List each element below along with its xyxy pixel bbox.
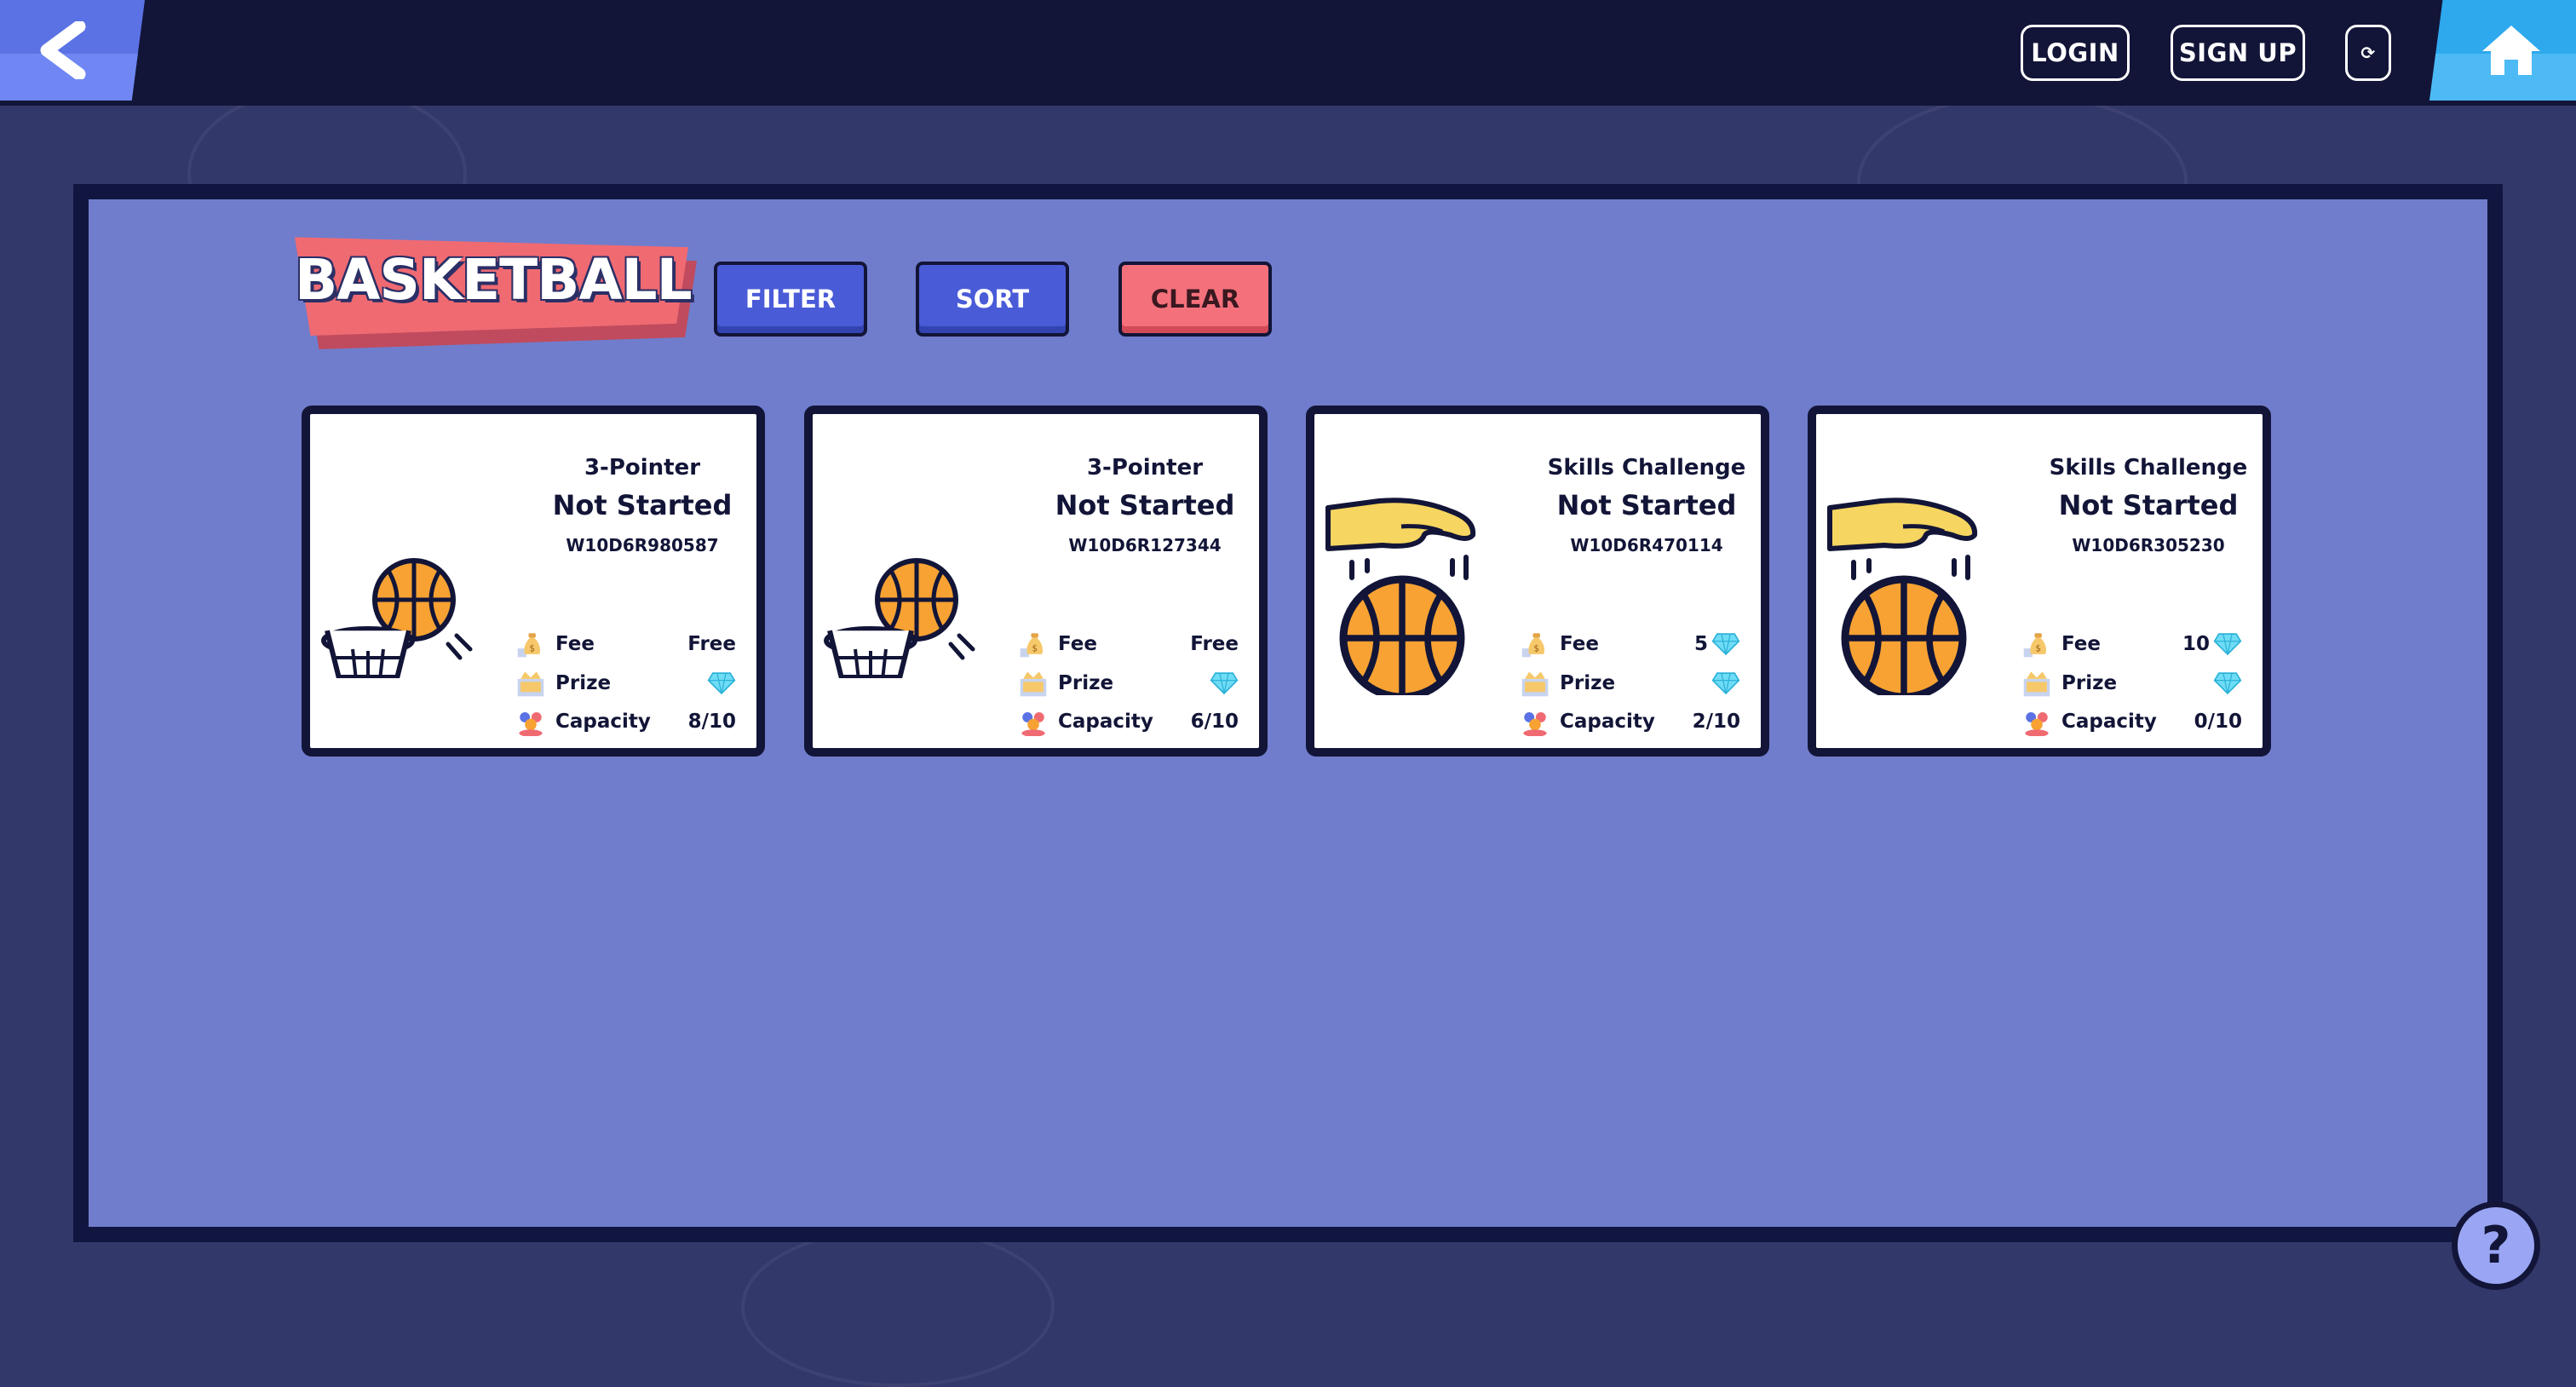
top-bar: LOGIN SIGN UP ⟳ <box>0 0 2576 106</box>
gem-icon <box>1711 671 1740 695</box>
dribble-hand-icon <box>1325 498 1476 695</box>
fee-label: Fee <box>555 633 595 655</box>
card-fee-row: Fee 10 <box>2021 629 2242 659</box>
fee-label: Fee <box>1560 633 1599 655</box>
gem-icon <box>1711 632 1740 656</box>
gem-icon <box>2213 632 2242 656</box>
refresh-button[interactable]: ⟳ <box>2345 25 2391 81</box>
card-prize-row: Prize <box>1519 668 1740 699</box>
background-doodle <box>741 1227 1055 1387</box>
hoop-ball-icon <box>824 482 975 711</box>
gem-icon <box>1210 671 1239 695</box>
fee-amount: 5 <box>1693 633 1708 655</box>
prize-value <box>2213 671 2242 695</box>
card-status: Not Started <box>1055 489 1235 521</box>
event-card[interactable]: 3-Pointer Not Started W10D6R127344 Fee F… <box>804 406 1268 757</box>
card-art <box>821 482 983 711</box>
capacity-value: 6/10 <box>1190 711 1239 733</box>
capacity-value: 2/10 <box>1692 711 1740 733</box>
fee-label: Fee <box>1058 633 1097 655</box>
help-button[interactable]: ? <box>2452 1201 2540 1290</box>
fee-amount: Free <box>1190 633 1239 655</box>
card-code: W10D6R980587 <box>566 535 719 555</box>
capacity-value: 8/10 <box>687 711 736 733</box>
fee-value: 5 <box>1694 632 1740 656</box>
page-title: BASKETBALL <box>295 235 697 349</box>
prize-label: Prize <box>1058 672 1114 694</box>
event-card[interactable]: Skills Challenge Not Started W10D6R30523… <box>1808 406 2271 757</box>
capacity-label: Capacity <box>2061 711 2157 733</box>
trophy-icon <box>2021 668 2053 699</box>
card-art <box>1825 482 1987 678</box>
back-arrow-icon <box>40 21 86 79</box>
fee-value: Free <box>1190 633 1239 655</box>
capacity-label: Capacity <box>1058 711 1153 733</box>
home-icon <box>2482 26 2540 75</box>
event-card[interactable]: Skills Challenge Not Started W10D6R47011… <box>1306 406 1769 757</box>
sign-up-button[interactable]: SIGN UP <box>2171 25 2305 81</box>
trophy-icon <box>1017 668 1049 699</box>
home-button[interactable] <box>2429 0 2576 101</box>
people-icon <box>1017 706 1049 737</box>
refresh-icon: ⟳ <box>2360 43 2376 63</box>
card-capacity-row: Capacity 6/10 <box>1017 706 1239 737</box>
gem-icon <box>2213 671 2242 695</box>
page-title-text: BASKETBALL <box>295 247 693 313</box>
login-button[interactable]: LOGIN <box>2021 25 2130 81</box>
event-card[interactable]: 3-Pointer Not Started W10D6R980587 Fee F… <box>302 406 765 757</box>
prize-label: Prize <box>1560 672 1616 694</box>
card-status: Not Started <box>1556 489 1737 521</box>
card-art <box>319 482 480 711</box>
fee-value: Free <box>687 633 736 655</box>
card-fee-row: Fee Free <box>1017 629 1239 659</box>
people-icon <box>1519 706 1551 737</box>
sort-button[interactable]: SORT <box>916 262 1069 337</box>
card-category: 3-Pointer <box>1086 455 1204 481</box>
prize-value <box>707 671 736 695</box>
capacity-label: Capacity <box>555 711 651 733</box>
card-capacity-row: Capacity 2/10 <box>1519 706 1740 737</box>
dribble-hand-icon <box>1827 498 1978 695</box>
trophy-icon <box>515 668 547 699</box>
clear-button[interactable]: CLEAR <box>1118 262 1272 337</box>
card-category: Skills Challenge <box>1547 455 1746 481</box>
prize-label: Prize <box>2061 672 2118 694</box>
prize-value <box>1210 671 1239 695</box>
trophy-icon <box>1519 668 1551 699</box>
card-capacity-row: Capacity 8/10 <box>515 706 736 737</box>
card-fee-row: Fee Free <box>515 629 736 659</box>
card-code: W10D6R470114 <box>1570 535 1723 555</box>
people-icon <box>515 706 547 737</box>
card-code: W10D6R305230 <box>2072 535 2225 555</box>
fee-value: 10 <box>2182 632 2242 656</box>
back-button[interactable] <box>0 0 145 101</box>
prize-value <box>1711 671 1740 695</box>
card-category: 3-Pointer <box>584 455 701 481</box>
money-bag-icon <box>2021 629 2053 659</box>
card-code: W10D6R127344 <box>1068 535 1222 555</box>
filter-button[interactable]: FILTER <box>714 262 867 337</box>
capacity-value: 0/10 <box>2194 711 2242 733</box>
card-status: Not Started <box>2058 489 2239 521</box>
card-category: Skills Challenge <box>2049 455 2248 481</box>
card-capacity-row: Capacity 0/10 <box>2021 706 2242 737</box>
card-status: Not Started <box>552 489 733 521</box>
card-art <box>1323 482 1485 678</box>
gem-icon <box>707 671 736 695</box>
people-icon <box>2021 706 2053 737</box>
card-prize-row: Prize <box>1017 668 1239 699</box>
capacity-label: Capacity <box>1560 711 1655 733</box>
fee-amount: Free <box>687 633 736 655</box>
card-prize-row: Prize <box>515 668 736 699</box>
money-bag-icon <box>515 629 547 659</box>
money-bag-icon <box>1017 629 1049 659</box>
hoop-ball-icon <box>321 482 473 711</box>
prize-label: Prize <box>555 672 612 694</box>
card-fee-row: Fee 5 <box>1519 629 1740 659</box>
fee-label: Fee <box>2061 633 2101 655</box>
money-bag-icon <box>1519 629 1551 659</box>
fee-amount: 10 <box>2182 633 2210 655</box>
card-prize-row: Prize <box>2021 668 2242 699</box>
